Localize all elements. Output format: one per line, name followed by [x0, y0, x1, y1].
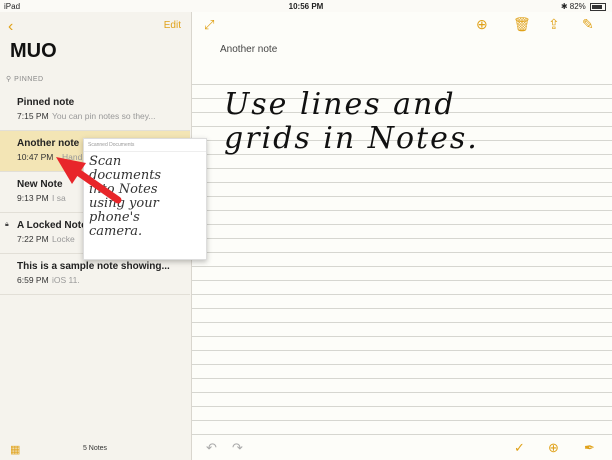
annotation-arrow-icon	[56, 157, 122, 204]
